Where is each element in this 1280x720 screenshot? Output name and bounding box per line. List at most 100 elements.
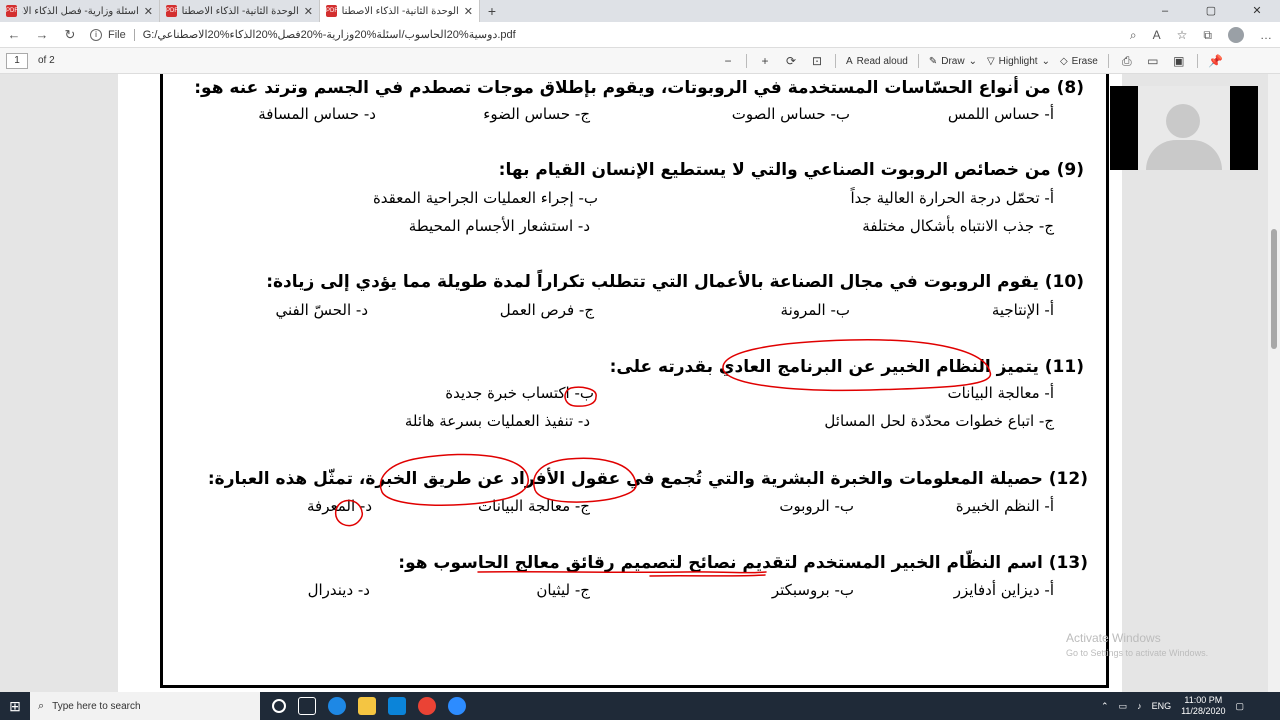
zoom-app-icon[interactable] <box>448 697 466 715</box>
option-12d: د- المعرفة <box>307 497 372 515</box>
windows-start-icon[interactable]: ⊞ <box>0 698 30 715</box>
question-11: (11) يتميز النظام الخبير عن البرنامج الع… <box>609 357 1084 377</box>
forward-icon[interactable]: → <box>28 27 56 42</box>
divider <box>835 54 836 68</box>
url-text[interactable]: G:/دوسية%20الحاسوب/اسئلة%20وزارية-%20فصل… <box>143 28 516 41</box>
favorite-star-icon[interactable]: ☆ <box>1177 28 1188 42</box>
clock[interactable]: 11:00 PM 11/28/2020 <box>1181 695 1225 717</box>
refresh-icon[interactable]: ↻ <box>56 27 84 43</box>
pinned-apps <box>272 697 466 715</box>
zoom-in-button[interactable]: + <box>757 54 773 68</box>
profile-avatar[interactable] <box>1228 27 1244 43</box>
option-12c: ج- معالجة البيانات <box>478 497 590 515</box>
url-field[interactable]: i File G:/دوسية%20الحاسوب/اسئلة%20وزارية… <box>90 28 516 41</box>
document-content: (8) من أنواع الحسّاسات المستخدمة في الرو… <box>0 74 1280 692</box>
scrollbar-thumb[interactable] <box>1271 229 1277 349</box>
fit-page-icon[interactable]: ⊡ <box>809 54 825 68</box>
minimize-button[interactable]: – <box>1142 0 1188 22</box>
option-11a: أ- معالجة البيانات <box>947 384 1054 402</box>
divider <box>917 54 919 68</box>
close-window-button[interactable]: ✕ <box>1234 0 1280 22</box>
option-12a: أ- النظم الخبيرة <box>955 497 1054 515</box>
zoom-icon[interactable]: ⌕ <box>1130 28 1137 43</box>
browser-tab-3-active[interactable]: PDF الوحدة الثانية- الذكاء الاصطناعي.pdf… <box>320 0 480 22</box>
clock-time: 11:00 PM <box>1184 695 1223 705</box>
pdf-tools: − + ⟳ ⊡ A Read aloud ✎ Draw ⌄ ▽ Highlight ⌄ ◇… <box>720 48 1224 74</box>
highlight-button[interactable]: ▽ Highlight ⌄ <box>987 56 1050 67</box>
option-8b: ب- حساس الصوت <box>731 105 850 123</box>
page-number-input[interactable]: 1 <box>6 52 28 69</box>
close-tab-icon[interactable]: ✕ <box>304 5 313 18</box>
volume-icon[interactable]: ♪ <box>1137 701 1142 711</box>
language-indicator[interactable]: ENG <box>1152 701 1172 711</box>
option-10a: أ- الإنتاجية <box>991 301 1054 319</box>
chevron-up-icon[interactable]: ⌃ <box>1101 701 1109 712</box>
erase-label: Erase <box>1071 55 1098 67</box>
question-12: (12) حصيلة المعلومات والخبرة البشرية وال… <box>207 469 1088 489</box>
option-12b: ب- الروبوت <box>779 497 854 515</box>
highlighter-icon: ▽ <box>986 55 995 67</box>
address-bar: ← → ↻ i File G:/دوسية%20الحاسوب/اسئلة%20… <box>0 22 1280 48</box>
collections-icon[interactable]: ⧉ <box>1203 28 1212 43</box>
page-count: of 2 <box>38 55 55 66</box>
option-10d: د- الحسّ الفني <box>275 301 368 319</box>
watermark-subtitle: Go to Settings to activate Windows. <box>1066 648 1209 658</box>
maximize-button[interactable]: ▢ <box>1188 0 1234 22</box>
tab-title: الوحدة الثانية- الذكاء الاصطناعي.pdf <box>182 5 299 17</box>
network-icon[interactable]: ▭ <box>1119 701 1128 712</box>
chevron-down-icon: ⌄ <box>968 55 977 67</box>
mail-icon[interactable] <box>388 697 406 715</box>
pen-icon: ✎ <box>928 55 938 67</box>
rotate-icon[interactable]: ⟳ <box>783 54 799 68</box>
option-9b: ب- إجراء العمليات الجراحية المعقدة <box>372 189 598 207</box>
notifications-icon[interactable]: ▢ <box>1235 701 1244 712</box>
option-8a: أ- حساس اللمس <box>947 105 1054 123</box>
pin-toolbar-icon[interactable]: 📌 <box>1208 54 1224 68</box>
chrome-icon[interactable] <box>418 697 436 715</box>
info-icon[interactable]: i <box>90 28 102 41</box>
option-8c: ج- حساس الضوء <box>483 105 590 123</box>
pdf-toolbar: 1 of 2 − + ⟳ ⊡ A Read aloud ✎ Draw ⌄ ▽ Highl… <box>0 48 1280 74</box>
browser-tab-1[interactable]: PDF اسئلة وزارية- فصل الذكاء الاصطنا ✕ <box>0 0 160 22</box>
close-tab-icon[interactable]: ✕ <box>144 5 153 18</box>
print-icon[interactable]: ⎙ <box>1119 54 1135 69</box>
windows-taskbar: ⊞ ⌕ Type here to search ⌃ ▭ ♪ ENG 11:00 … <box>0 692 1280 720</box>
zoom-out-button[interactable]: − <box>720 54 736 68</box>
vertical-scrollbar[interactable] <box>1268 74 1280 692</box>
read-aloud-label: Read aloud <box>856 55 908 67</box>
highlight-label: Highlight <box>998 55 1038 67</box>
cortana-icon[interactable] <box>272 699 286 713</box>
option-8d: د- حساس المسافة <box>258 105 376 123</box>
webcam-overlay <box>1110 86 1258 170</box>
option-9c: ج- جذب الانتباه بأشكال مختلفة <box>862 217 1054 235</box>
clock-date: 11/28/2020 <box>1181 706 1226 716</box>
option-11b: ب- اكتساب خبرة جديدة <box>445 384 594 402</box>
draw-button[interactable]: ✎ Draw ⌄ <box>929 56 977 67</box>
pdf-file-icon: PDF <box>166 5 178 17</box>
taskbar-search[interactable]: ⌕ Type here to search <box>30 692 260 720</box>
close-tab-icon[interactable]: ✕ <box>464 5 473 18</box>
tab-title: الوحدة الثانية- الذكاء الاصطناعي.pdf <box>342 5 459 17</box>
option-9d: د- استشعار الأجسام المحيطة <box>408 217 590 235</box>
erase-button[interactable]: ◇ Erase <box>1060 56 1098 67</box>
option-9a: أ- تحمّل درجة الحرارة العالية جداً <box>850 189 1054 207</box>
question-8: (8) من أنواع الحسّاسات المستخدمة في الرو… <box>194 78 1084 98</box>
option-13d: د- ديندرال <box>307 581 370 599</box>
more-menu-icon[interactable]: … <box>1260 28 1272 42</box>
save-icon[interactable]: ▭ <box>1145 54 1161 68</box>
read-aloud-button[interactable]: A Read aloud <box>846 56 908 67</box>
read-mode-icon[interactable]: A <box>1153 28 1161 42</box>
option-13c: ج- ليثيان <box>536 581 590 599</box>
task-view-icon[interactable] <box>298 697 316 715</box>
option-10b: ب- المرونة <box>780 301 850 319</box>
pdf-file-icon: PDF <box>326 5 338 17</box>
search-icon: ⌕ <box>38 699 45 712</box>
file-explorer-icon[interactable] <box>358 697 376 715</box>
back-icon[interactable]: ← <box>0 27 28 42</box>
divider <box>133 28 135 41</box>
browser-tab-2[interactable]: PDF الوحدة الثانية- الذكاء الاصطناعي.pdf… <box>160 0 320 22</box>
edge-icon[interactable] <box>328 697 346 715</box>
new-tab-button[interactable]: + <box>480 0 504 22</box>
watermark-title: Activate Windows <box>1066 631 1161 645</box>
save-as-icon[interactable]: ▣ <box>1171 54 1187 68</box>
